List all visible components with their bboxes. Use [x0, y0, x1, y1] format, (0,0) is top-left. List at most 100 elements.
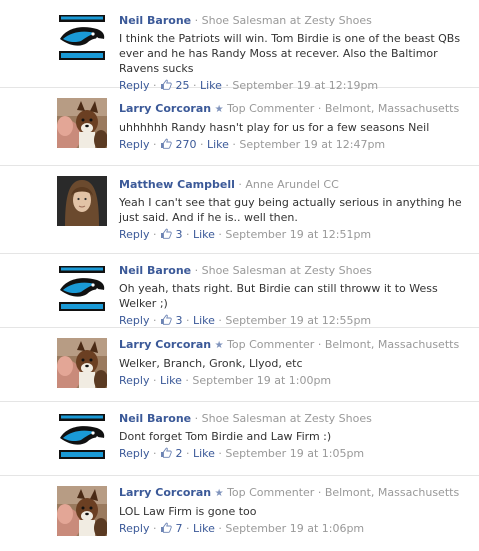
avatar[interactable]	[57, 98, 107, 148]
comment-author[interactable]: Matthew Campbell	[119, 178, 235, 191]
panthers-logo-avatar	[57, 412, 107, 462]
author-subtitle: Shoe Salesman at Zesty Shoes	[201, 14, 372, 27]
action-separator: ·	[185, 522, 190, 535]
author-subtitle: Shoe Salesman at Zesty Shoes	[201, 412, 372, 425]
panthers-logo-avatar	[57, 13, 107, 63]
comment-text: Yeah I can't see that guy being actually…	[119, 196, 462, 224]
comment-text: Welker, Branch, Gronk, Llyod, etc	[119, 357, 303, 370]
comment-author[interactable]: Neil Barone	[119, 412, 191, 425]
reply-link[interactable]: Reply	[119, 138, 149, 151]
star-icon: ★	[214, 488, 224, 499]
dog-photo-avatar	[57, 338, 107, 388]
like-link[interactable]: Like	[193, 447, 215, 460]
meta-separator: ·	[317, 338, 322, 351]
star-icon: ★	[214, 340, 224, 351]
person-photo-avatar	[57, 176, 107, 226]
thumbs-up-icon[interactable]	[160, 314, 172, 325]
action-separator: ·	[218, 522, 222, 535]
comment-timestamp[interactable]: September 19 at 1:06pm	[225, 522, 364, 535]
comment-timestamp[interactable]: September 19 at 12:47pm	[239, 138, 385, 151]
author-subtitle: Shoe Salesman at Zesty Shoes	[201, 264, 372, 277]
action-separator: ·	[152, 314, 157, 327]
avatar[interactable]	[57, 338, 107, 388]
like-count[interactable]: 270	[175, 138, 196, 151]
avatar[interactable]	[57, 176, 107, 226]
meta-separator: ·	[317, 486, 322, 499]
comment-author[interactable]: Neil Barone	[119, 14, 191, 27]
dog-photo-avatar	[57, 98, 107, 148]
star-icon: ★	[214, 104, 224, 115]
action-separator: ·	[218, 447, 222, 460]
comment-item: Larry Corcoran ★ Top Commenter · Belmont…	[0, 328, 479, 402]
reply-link[interactable]: Reply	[119, 228, 149, 241]
comment-text: I think the Patriots will win. Tom Birdi…	[119, 32, 461, 75]
comment-item: Matthew Campbell · Anne Arundel CC Yeah …	[0, 166, 479, 254]
action-separator: ·	[152, 228, 157, 241]
meta-separator: ·	[317, 102, 322, 115]
like-link[interactable]: Like	[193, 522, 215, 535]
comment-item: Neil Barone · Shoe Salesman at Zesty Sho…	[0, 0, 479, 92]
action-separator: ·	[185, 228, 190, 241]
reply-link[interactable]: Reply	[119, 374, 149, 387]
top-commenter-badge: Top Commenter	[227, 486, 315, 499]
action-separator: ·	[152, 138, 157, 151]
comment-text: Dont forget Tom Birdie and Law Firm :)	[119, 430, 332, 443]
reply-link[interactable]: Reply	[119, 522, 149, 535]
top-commenter-badge: Top Commenter	[227, 102, 315, 115]
action-separator: ·	[218, 314, 222, 327]
comment-timestamp[interactable]: September 19 at 12:55pm	[225, 314, 371, 327]
comment-item: Larry Corcoran ★ Top Commenter · Belmont…	[0, 476, 479, 551]
action-separator: ·	[152, 374, 157, 387]
meta-separator: ·	[194, 412, 199, 425]
comment-author[interactable]: Neil Barone	[119, 264, 191, 277]
action-separator: ·	[185, 447, 190, 460]
author-location: Belmont, Massachusetts	[324, 338, 460, 351]
thumbs-up-icon[interactable]	[160, 447, 172, 458]
dog-photo-avatar	[57, 486, 107, 536]
comment-author[interactable]: Larry Corcoran	[119, 338, 211, 351]
like-link[interactable]: Like	[207, 138, 229, 151]
author-subtitle: Anne Arundel CC	[245, 178, 339, 191]
comment-timestamp[interactable]: September 19 at 1:05pm	[225, 447, 364, 460]
comment-feed: Neil Barone · Shoe Salesman at Zesty Sho…	[0, 0, 479, 551]
avatar[interactable]	[57, 13, 107, 63]
comment-text: uhhhhhh Randy hasn't play for us for a f…	[119, 121, 430, 134]
action-separator: ·	[152, 522, 157, 535]
like-link[interactable]: Like	[193, 314, 215, 327]
comment-author[interactable]: Larry Corcoran	[119, 102, 211, 115]
meta-separator: ·	[194, 14, 199, 27]
author-location: Belmont, Massachusetts	[324, 102, 460, 115]
comment-item: Larry Corcoran ★ Top Commenter · Belmont…	[0, 88, 479, 166]
action-separator: ·	[232, 138, 236, 151]
avatar[interactable]	[57, 412, 107, 462]
thumbs-up-icon[interactable]	[160, 138, 172, 149]
reply-link[interactable]: Reply	[119, 447, 149, 460]
meta-separator: ·	[194, 264, 199, 277]
action-separator: ·	[152, 447, 157, 460]
action-separator: ·	[185, 374, 189, 387]
like-count[interactable]: 3	[175, 314, 182, 327]
meta-separator: ·	[238, 178, 242, 191]
avatar[interactable]	[57, 486, 107, 536]
comment-text: LOL Law Firm is gone too	[119, 505, 257, 518]
comment-timestamp[interactable]: September 19 at 1:00pm	[192, 374, 331, 387]
like-link[interactable]: Like	[160, 374, 182, 387]
panthers-logo-avatar	[57, 264, 107, 314]
comment-text: Oh yeah, thats right. But Birdie can sti…	[119, 282, 438, 310]
reply-link[interactable]: Reply	[119, 314, 149, 327]
like-link[interactable]: Like	[193, 228, 215, 241]
comment-item: Neil Barone · Shoe Salesman at Zesty Sho…	[0, 402, 479, 476]
like-count[interactable]: 2	[175, 447, 182, 460]
like-count[interactable]: 7	[175, 522, 182, 535]
action-separator: ·	[199, 138, 204, 151]
action-separator: ·	[185, 314, 190, 327]
action-separator: ·	[218, 228, 222, 241]
author-location: Belmont, Massachusetts	[324, 486, 460, 499]
thumbs-up-icon[interactable]	[160, 228, 172, 239]
comment-author[interactable]: Larry Corcoran	[119, 486, 211, 499]
avatar[interactable]	[57, 264, 107, 314]
comment-timestamp[interactable]: September 19 at 12:51pm	[225, 228, 371, 241]
comment-item: Neil Barone · Shoe Salesman at Zesty Sho…	[0, 254, 479, 328]
thumbs-up-icon[interactable]	[160, 522, 172, 533]
like-count[interactable]: 3	[175, 228, 182, 241]
